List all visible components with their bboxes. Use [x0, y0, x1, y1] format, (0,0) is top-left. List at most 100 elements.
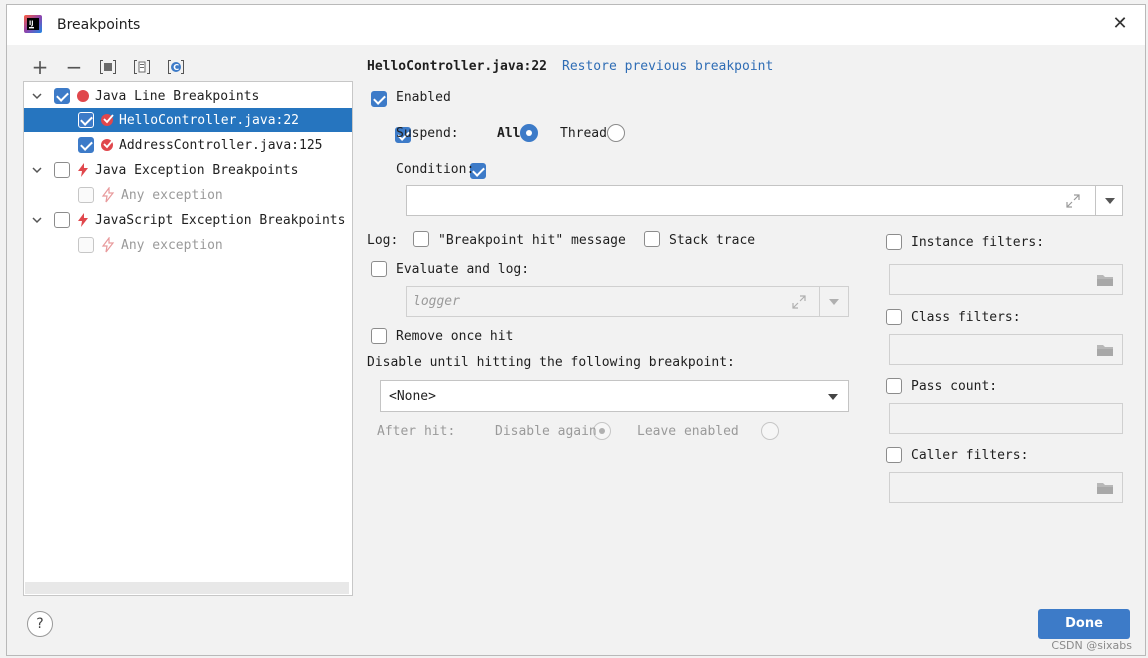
suspend-thread-label: Thread [560, 126, 607, 141]
stack-trace-label: Stack trace [669, 233, 756, 248]
folder-icon[interactable] [1096, 273, 1114, 287]
add-breakpoint-button[interactable]: + [29, 55, 51, 79]
caller-filters-checkbox[interactable] [886, 447, 902, 463]
instance-filters-input[interactable] [889, 264, 1123, 295]
group-by-file-button[interactable] [131, 57, 153, 77]
help-button[interactable]: ? [27, 611, 53, 637]
breakpoints-tree[interactable]: Java Line Breakpoints HelloController.ja… [23, 81, 353, 596]
pass-count-checkbox[interactable] [886, 378, 902, 394]
group-by-class-button[interactable]: C [165, 57, 187, 77]
any-exception-checkbox[interactable] [78, 187, 94, 203]
tree-row-javascript-exception-breakpoints[interactable]: JavaScript Exception Breakpoints [24, 208, 352, 232]
condition-input[interactable] [406, 185, 1123, 216]
intellij-logo-icon: IJ [24, 15, 42, 33]
java-line-checkbox[interactable] [54, 88, 70, 104]
enabled-checkbox[interactable] [371, 91, 387, 107]
pass-count-input[interactable] [889, 403, 1123, 434]
tree-row-any-exception-js[interactable]: Any exception [24, 233, 352, 257]
java-exception-checkbox[interactable] [54, 162, 70, 178]
evaluate-and-log-label: Evaluate and log: [396, 262, 530, 277]
suspend-label: Suspend: [396, 126, 459, 141]
breakpoints-dialog: IJ Breakpoints ✕ + − C Java Line Breakpo… [6, 4, 1146, 656]
expand-icon[interactable] [1066, 194, 1080, 208]
instance-filters-checkbox[interactable] [886, 234, 902, 250]
tree-row-java-line-breakpoints[interactable]: Java Line Breakpoints [24, 84, 352, 108]
after-hit-label: After hit: [377, 424, 456, 439]
lightning-icon [78, 213, 88, 227]
evaluate-and-log-checkbox[interactable] [371, 261, 387, 277]
group-by-class-icon: C [168, 60, 184, 74]
chevron-down-icon[interactable] [30, 213, 44, 227]
remove-once-hit-label: Remove once hit [396, 329, 514, 344]
tree-row-addresscontroller[interactable]: AddressController.java:125 [24, 133, 352, 157]
tree-label: Java Exception Breakpoints [95, 162, 299, 178]
class-filters-label: Class filters: [911, 310, 1021, 325]
tree-label: AddressController.java:125 [119, 137, 323, 153]
breakpoint-icon [77, 90, 89, 102]
group-by-package-button[interactable] [97, 57, 119, 77]
tree-label: Java Line Breakpoints [95, 88, 260, 104]
lightning-icon [101, 237, 115, 253]
add-icon: + [31, 55, 49, 79]
done-button[interactable]: Done [1038, 609, 1130, 639]
lightning-icon [78, 163, 88, 177]
breakpoint-hit-message-checkbox[interactable] [413, 231, 429, 247]
caller-filters-label: Caller filters: [911, 448, 1029, 463]
breakpoint-icon [101, 139, 114, 151]
leave-enabled-radio[interactable] [760, 422, 779, 440]
tree-row-hellocontroller[interactable]: HelloController.java:22 [24, 108, 352, 132]
stack-trace-checkbox[interactable] [644, 231, 660, 247]
disable-until-select[interactable]: <None> [380, 380, 849, 412]
lightning-icon [101, 187, 115, 203]
dropdown-arrow-icon[interactable] [828, 298, 840, 306]
instance-filters-label: Instance filters: [911, 235, 1045, 250]
folder-icon[interactable] [1096, 343, 1114, 357]
close-icon[interactable]: ✕ [1109, 13, 1131, 35]
suspend-all-radio[interactable] [519, 124, 538, 142]
title-bar: IJ Breakpoints ✕ [7, 5, 1145, 45]
dropdown-arrow-icon [828, 394, 838, 400]
evaluate-log-input[interactable]: logger [406, 286, 849, 317]
suspend-all-label: All [497, 126, 521, 141]
javascript-exception-checkbox[interactable] [54, 212, 70, 228]
svg-text:C: C [173, 63, 179, 72]
chevron-down-icon[interactable] [30, 89, 44, 103]
hellocontroller-checkbox[interactable] [78, 112, 94, 128]
addresscontroller-checkbox[interactable] [78, 137, 94, 153]
class-filters-input[interactable] [889, 334, 1123, 365]
horizontal-scrollbar[interactable] [25, 582, 349, 594]
folder-icon[interactable] [1096, 481, 1114, 495]
window-title: Breakpoints [57, 17, 141, 33]
tree-label: Any exception [121, 237, 223, 253]
group-by-file-icon [134, 60, 150, 74]
group-by-package-icon [100, 60, 116, 74]
breakpoint-hit-message-label: "Breakpoint hit" message [438, 233, 626, 248]
logger-placeholder: logger [413, 294, 460, 309]
expand-icon[interactable] [792, 295, 806, 309]
class-filters-checkbox[interactable] [886, 309, 902, 325]
tree-row-any-exception-java[interactable]: Any exception [24, 183, 352, 207]
restore-breakpoint-link[interactable]: Restore previous breakpoint [562, 59, 773, 74]
caller-filters-input[interactable] [889, 472, 1123, 503]
help-icon: ? [36, 616, 44, 632]
any-exception-checkbox[interactable] [78, 237, 94, 253]
leave-enabled-label: Leave enabled [637, 424, 739, 439]
suspend-thread-radio[interactable] [607, 124, 626, 142]
disable-again-label: Disable again [495, 424, 597, 439]
tree-row-java-exception-breakpoints[interactable]: Java Exception Breakpoints [24, 158, 352, 182]
tree-label: JavaScript Exception Breakpoints [95, 212, 346, 228]
condition-label: Condition: [396, 162, 475, 177]
pass-count-label: Pass count: [911, 379, 998, 394]
dropdown-arrow-icon[interactable] [1104, 197, 1116, 205]
remove-breakpoint-button[interactable]: − [63, 55, 85, 79]
tree-label: Any exception [121, 187, 223, 203]
remove-icon: − [65, 55, 83, 79]
enabled-label: Enabled [396, 90, 451, 105]
breakpoint-location: HelloController.java:22 [367, 59, 548, 74]
disable-until-label: Disable until hitting the following brea… [367, 355, 735, 370]
tree-label: HelloController.java:22 [119, 112, 300, 128]
chevron-down-icon[interactable] [30, 163, 44, 177]
breakpoint-icon [101, 114, 114, 126]
remove-once-hit-checkbox[interactable] [371, 328, 387, 344]
disable-until-selected: <None> [389, 389, 436, 404]
